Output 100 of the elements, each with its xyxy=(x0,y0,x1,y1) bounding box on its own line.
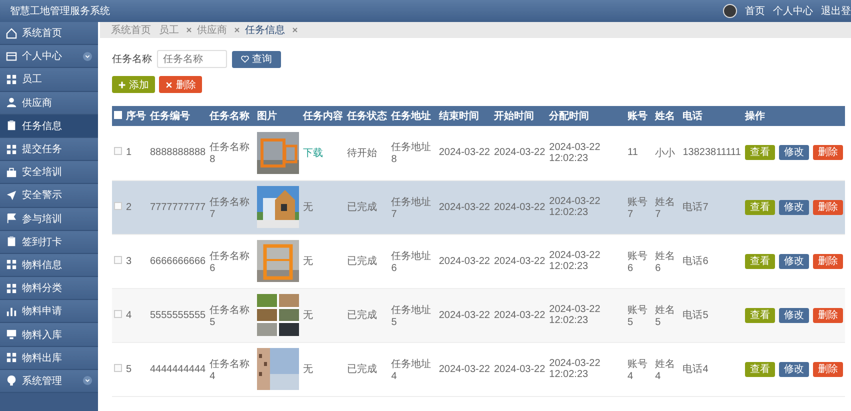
sidebar-item[interactable]: 物料入库 xyxy=(0,323,98,347)
add-button[interactable]: 添加 xyxy=(112,76,155,93)
edit-button[interactable]: 修改 xyxy=(778,362,809,376)
sidebar-item[interactable]: 提交任务 xyxy=(0,138,98,162)
row-checkbox[interactable] xyxy=(114,364,122,372)
search-field[interactable]: 任务名称 xyxy=(157,50,227,68)
tab[interactable]: 供应商 xyxy=(194,23,230,37)
delete-button[interactable]: 删除 xyxy=(812,362,843,376)
view-button[interactable]: 查看 xyxy=(744,200,775,214)
edit-button[interactable]: 修改 xyxy=(778,145,809,160)
row-checkbox[interactable] xyxy=(114,256,122,264)
column-header: 账号 xyxy=(628,111,648,122)
column-header: 操作 xyxy=(744,111,765,122)
table-cell: 3 xyxy=(126,256,132,266)
view-button[interactable]: 查看 xyxy=(744,145,775,160)
avatar[interactable] xyxy=(723,4,737,18)
table-cell: 账号7 xyxy=(628,196,648,220)
table-cell: 任务地址4 xyxy=(391,358,432,382)
table-cell: 2024-03-22 xyxy=(438,310,490,320)
row-checkbox[interactable] xyxy=(114,310,122,318)
table-cell: 电话4 xyxy=(682,364,708,375)
table-cell: 已完成 xyxy=(347,364,378,375)
close-icon xyxy=(165,80,173,88)
sidebar-item[interactable]: 员工 xyxy=(0,68,98,92)
tab[interactable]: 系统首页 xyxy=(108,23,154,37)
flag-icon xyxy=(6,213,17,224)
sidebar-item[interactable]: 签到打卡 xyxy=(0,230,98,254)
sidebar-item[interactable]: 供应商 xyxy=(0,92,98,115)
column-header: 姓名 xyxy=(655,111,676,122)
column-header: 结束时间 xyxy=(438,111,479,122)
view-button[interactable]: 查看 xyxy=(744,362,775,376)
lightbulb-icon xyxy=(6,375,17,386)
search-button[interactable]: 查询 xyxy=(232,50,281,68)
table-cell: 任务地址5 xyxy=(391,304,432,328)
sidebar-item[interactable]: 物料信息 xyxy=(0,254,98,278)
paper-plane-icon xyxy=(6,190,17,201)
table-cell: 2024-03-22 xyxy=(494,147,546,158)
grid-icon xyxy=(6,74,17,85)
sidebar-item[interactable]: 物料申请 xyxy=(0,300,98,324)
edit-button[interactable]: 修改 xyxy=(778,308,809,322)
sidebar-item[interactable]: 物料出库 xyxy=(0,346,98,370)
delete-button[interactable]: 删除 xyxy=(812,308,843,322)
monitor-icon xyxy=(6,329,17,340)
table-cell: 任务地址8 xyxy=(391,142,432,166)
view-button[interactable]: 查看 xyxy=(744,308,775,322)
table-cell: 姓名5 xyxy=(655,304,676,328)
table-cell: 任务名称8 xyxy=(210,142,250,166)
column-header: 任务内容 xyxy=(303,111,344,122)
table-cell: 已完成 xyxy=(347,202,378,213)
app-title: 智慧工地管理服务系统 xyxy=(10,4,111,18)
table-cell: 5555555555 xyxy=(150,310,206,320)
table-cell: 2024-03-22 xyxy=(494,310,546,320)
table-cell: 1 xyxy=(126,147,132,158)
delete-button[interactable]: 删除 xyxy=(812,200,843,214)
column-header: 任务地址 xyxy=(391,111,432,122)
table-cell: 2024-03-22 xyxy=(494,364,546,374)
sidebar-item[interactable]: 任务信息 xyxy=(0,114,98,138)
download-link[interactable]: 下载 xyxy=(303,148,324,159)
table-cell: 电话6 xyxy=(682,256,708,267)
delete-button[interactable]: 删除 xyxy=(812,145,843,160)
table-cell: 2 xyxy=(126,202,132,212)
row-checkbox[interactable] xyxy=(114,202,122,210)
sidebar-item[interactable]: 安全警示 xyxy=(0,184,98,208)
table-cell: 13823811111 xyxy=(682,147,741,158)
sidebar-item[interactable]: 系统首页 xyxy=(0,22,98,46)
sidebar-item[interactable]: 系统管理 xyxy=(0,370,98,393)
edit-button[interactable]: 修改 xyxy=(778,254,809,268)
table-cell: 电话7 xyxy=(682,202,708,213)
card-icon xyxy=(6,50,17,62)
column-header: 任务编号 xyxy=(150,111,190,122)
tab[interactable]: 员工 xyxy=(156,23,182,37)
table-cell: 4 xyxy=(126,310,132,320)
table-cell: 待开始 xyxy=(347,148,378,159)
header-link[interactable]: 个人中心 xyxy=(773,4,813,18)
row-checkbox[interactable] xyxy=(114,147,122,156)
tab[interactable]: 任务信息 xyxy=(242,23,288,37)
person-icon xyxy=(6,97,17,108)
table-cell: 任务名称5 xyxy=(210,304,250,328)
sidebar-item[interactable]: 安全培训 xyxy=(0,161,98,184)
table-cell: 2024-03-22 12:02:23 xyxy=(549,250,600,272)
column-header: 任务状态 xyxy=(347,111,388,122)
table-cell: 2024-03-22 12:02:23 xyxy=(549,358,600,380)
header-link[interactable]: 退出登 xyxy=(821,4,851,18)
table-cell: 无 xyxy=(303,364,314,375)
delete-button[interactable]: 删除 xyxy=(812,254,843,268)
grid-icon xyxy=(6,144,17,155)
delete-button[interactable]: 删除 xyxy=(159,76,202,93)
table-cell: 账号6 xyxy=(628,250,648,274)
column-header: 任务名称 xyxy=(210,111,250,122)
table-cell: 账号4 xyxy=(628,358,648,382)
sidebar-item[interactable]: 个人中心 xyxy=(0,45,98,68)
grid-icon xyxy=(6,259,17,270)
table-cell: 11 xyxy=(628,147,638,158)
edit-button[interactable]: 修改 xyxy=(778,200,809,214)
sidebar-item[interactable]: 参与培训 xyxy=(0,208,98,231)
select-all-checkbox[interactable] xyxy=(114,110,122,118)
table-cell: 2024-03-22 xyxy=(438,147,490,158)
view-button[interactable]: 查看 xyxy=(744,254,775,268)
sidebar-item[interactable]: 物料分类 xyxy=(0,277,98,300)
header-link[interactable]: 首页 xyxy=(745,4,765,18)
